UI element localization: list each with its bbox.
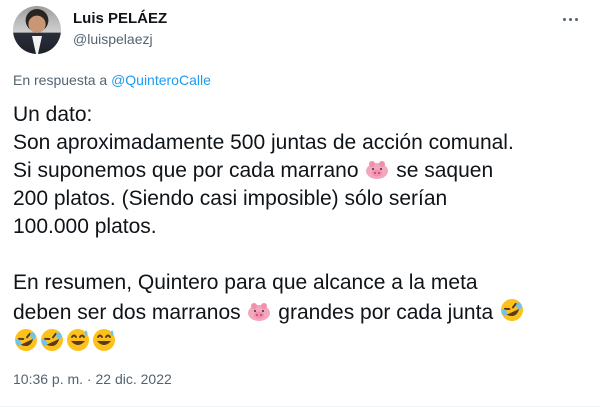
tweet-line: En resumen, Quintero para que alcance a …	[13, 271, 478, 294]
tweet-line: deben ser dos marranos grandes por cada …	[13, 297, 588, 327]
reply-context: En respuesta a @QuinteroCalle	[13, 72, 211, 88]
tweet-line: Si suponemos que por cada marrano se saq…	[13, 159, 494, 182]
more-options-icon[interactable]	[556, 7, 584, 31]
tweet-line: Son aproximadamente 500 juntas de acción…	[13, 131, 514, 154]
author-name[interactable]: Luis PELÁEZ	[73, 10, 167, 27]
timestamp[interactable]: 10:36 p. m. · 22 dic. 2022	[13, 371, 172, 387]
tweet-line: 200 platos. (Siendo casi imposible) sólo…	[13, 187, 448, 210]
author-handle[interactable]: @luispelaezj	[73, 31, 153, 47]
sweat-smile-emoji-icon	[93, 329, 115, 351]
reply-prefix: En respuesta a	[13, 72, 112, 88]
rolling-laughing-emoji-icon	[41, 329, 63, 351]
reply-mention-link[interactable]: @QuinteroCalle	[111, 72, 211, 88]
rolling-laughing-emoji-icon	[15, 329, 37, 351]
tweet-line: Un dato:	[13, 103, 93, 126]
pig-emoji-icon	[248, 303, 271, 321]
emoji-line	[13, 327, 588, 357]
tweet-text: Un dato: Son aproximadamente 500 juntas …	[13, 101, 588, 357]
sweat-smile-emoji-icon	[67, 329, 89, 351]
tweet: Luis PELÁEZ @luispelaezj En respuesta a …	[0, 0, 600, 407]
rolling-laughing-emoji-icon	[500, 299, 523, 321]
pig-emoji-icon	[366, 161, 389, 179]
avatar[interactable]	[13, 6, 61, 54]
tweet-line: 100.000 platos.	[13, 215, 157, 238]
